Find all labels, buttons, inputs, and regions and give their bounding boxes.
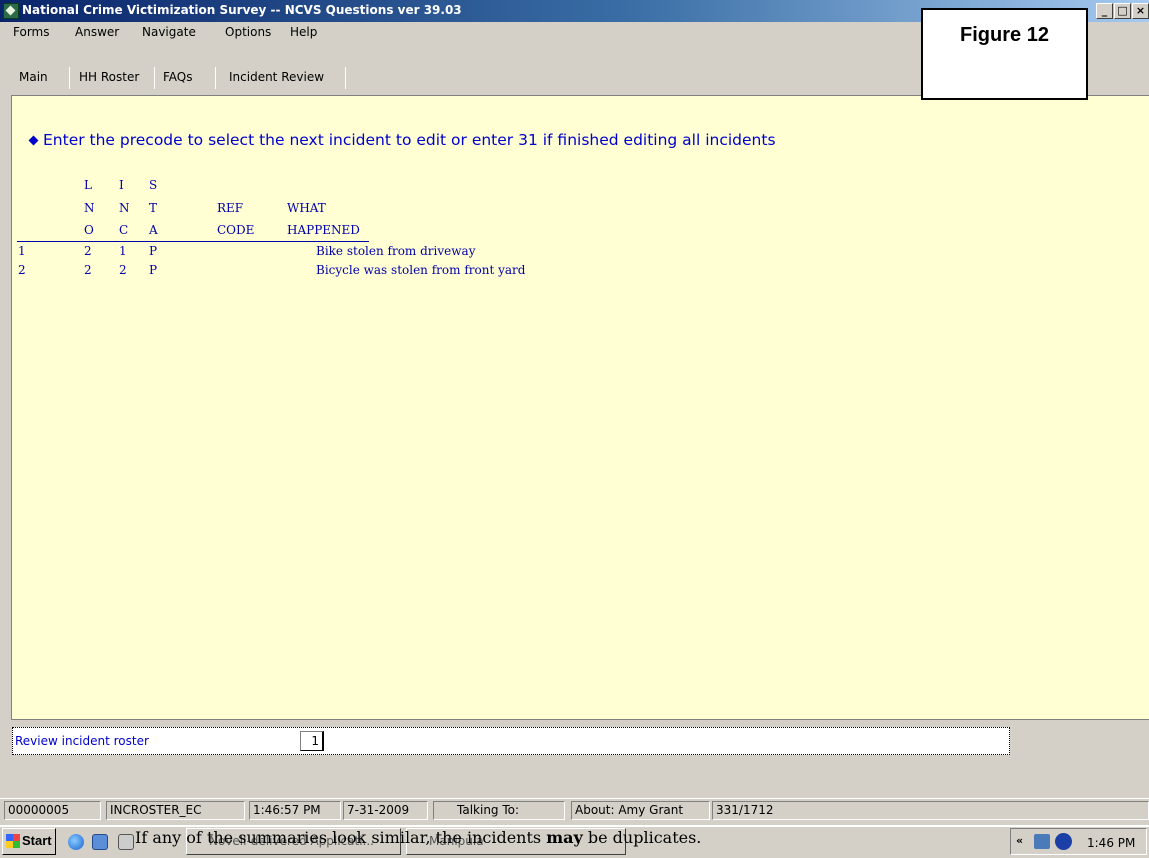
header-inc-2: N — [119, 201, 130, 215]
tray-clock[interactable]: 1:46 PM — [1087, 836, 1135, 850]
caption-emphasis: may — [546, 828, 583, 847]
header-inc-1: I — [119, 178, 124, 192]
tab-divider — [215, 67, 216, 89]
tab-main[interactable]: Main — [19, 70, 48, 84]
question-panel — [11, 95, 1149, 719]
question-text: Enter the precode to select the next inc… — [43, 131, 776, 149]
header-ref: REF — [217, 201, 244, 215]
status-about: About: Amy Grant — [571, 801, 710, 820]
caption-text-end: be duplicates. — [582, 828, 702, 847]
tab-divider — [154, 67, 155, 89]
minimize-button[interactable]: _ — [1096, 3, 1113, 19]
ie-icon[interactable] — [68, 834, 84, 850]
app-icon[interactable] — [92, 834, 108, 850]
header-code: CODE — [217, 223, 255, 237]
tab-faqs[interactable]: FAQs — [163, 70, 193, 84]
menu-answer[interactable]: Answer — [75, 25, 119, 39]
audio-icon[interactable] — [1055, 833, 1072, 850]
row-number[interactable]: 2 — [18, 263, 26, 277]
caption-text: If any of the summaries look similar, th… — [135, 828, 547, 847]
app-icon — [3, 3, 19, 19]
header-sta-2: T — [149, 201, 158, 215]
menu-forms[interactable]: Forms — [13, 25, 49, 39]
window-title: National Crime Victimization Survey -- N… — [22, 3, 462, 17]
row-lno: 2 — [84, 244, 92, 258]
status-talking-to: Talking To: — [433, 801, 565, 820]
network-icon[interactable] — [1034, 834, 1050, 849]
status-date: 7-31-2009 — [343, 801, 428, 820]
header-lno-2: N — [84, 201, 95, 215]
header-lno-1: L — [84, 178, 92, 192]
close-button[interactable]: × — [1132, 3, 1149, 19]
row-sta: P — [149, 263, 158, 277]
header-lno-3: O — [84, 223, 94, 237]
maximize-button[interactable]: □ — [1114, 3, 1131, 19]
header-inc-3: C — [119, 223, 129, 237]
row-inc: 2 — [119, 263, 127, 277]
row-what-happened: Bicycle was stolen from front yard — [316, 263, 526, 277]
row-inc: 1 — [119, 244, 127, 258]
status-time: 1:46:57 PM — [249, 801, 341, 820]
answer-row — [12, 727, 1010, 755]
status-count: 331/1712 — [712, 801, 1149, 820]
row-what-happened: Bike stolen from driveway — [316, 244, 476, 258]
figure-label: Figure 12 — [960, 24, 1049, 46]
figure-callout: Figure 12 — [921, 8, 1088, 100]
answer-label: Review incident roster — [15, 734, 149, 748]
header-sta-3: A — [149, 223, 158, 237]
app-window: National Crime Victimization Survey -- N… — [0, 0, 1149, 828]
menu-help[interactable]: Help — [290, 25, 317, 39]
answer-input[interactable]: 1 — [300, 731, 324, 751]
start-label: Start — [22, 833, 52, 848]
app-icon[interactable] — [118, 834, 134, 850]
header-divider — [17, 241, 369, 242]
tray-expand-button[interactable]: « — [1016, 834, 1023, 847]
status-field: INCROSTER_EC — [106, 801, 245, 820]
tab-divider — [345, 67, 346, 89]
header-happened: HAPPENED — [287, 223, 360, 237]
row-number[interactable]: 1 — [18, 244, 26, 258]
row-lno: 2 — [84, 263, 92, 277]
figure-caption: If any of the summaries look similar, th… — [135, 828, 701, 847]
header-what: WHAT — [287, 201, 326, 215]
menu-navigate[interactable]: Navigate — [142, 25, 196, 39]
header-sta-1: S — [149, 178, 158, 192]
tab-hh-roster[interactable]: HH Roster — [79, 70, 139, 84]
row-sta: P — [149, 244, 158, 258]
tab-divider — [69, 67, 70, 89]
start-icon — [6, 834, 20, 848]
tab-incident-review[interactable]: Incident Review — [229, 70, 324, 84]
status-case-id: 00000005 — [4, 801, 101, 820]
menu-options[interactable]: Options — [225, 25, 271, 39]
